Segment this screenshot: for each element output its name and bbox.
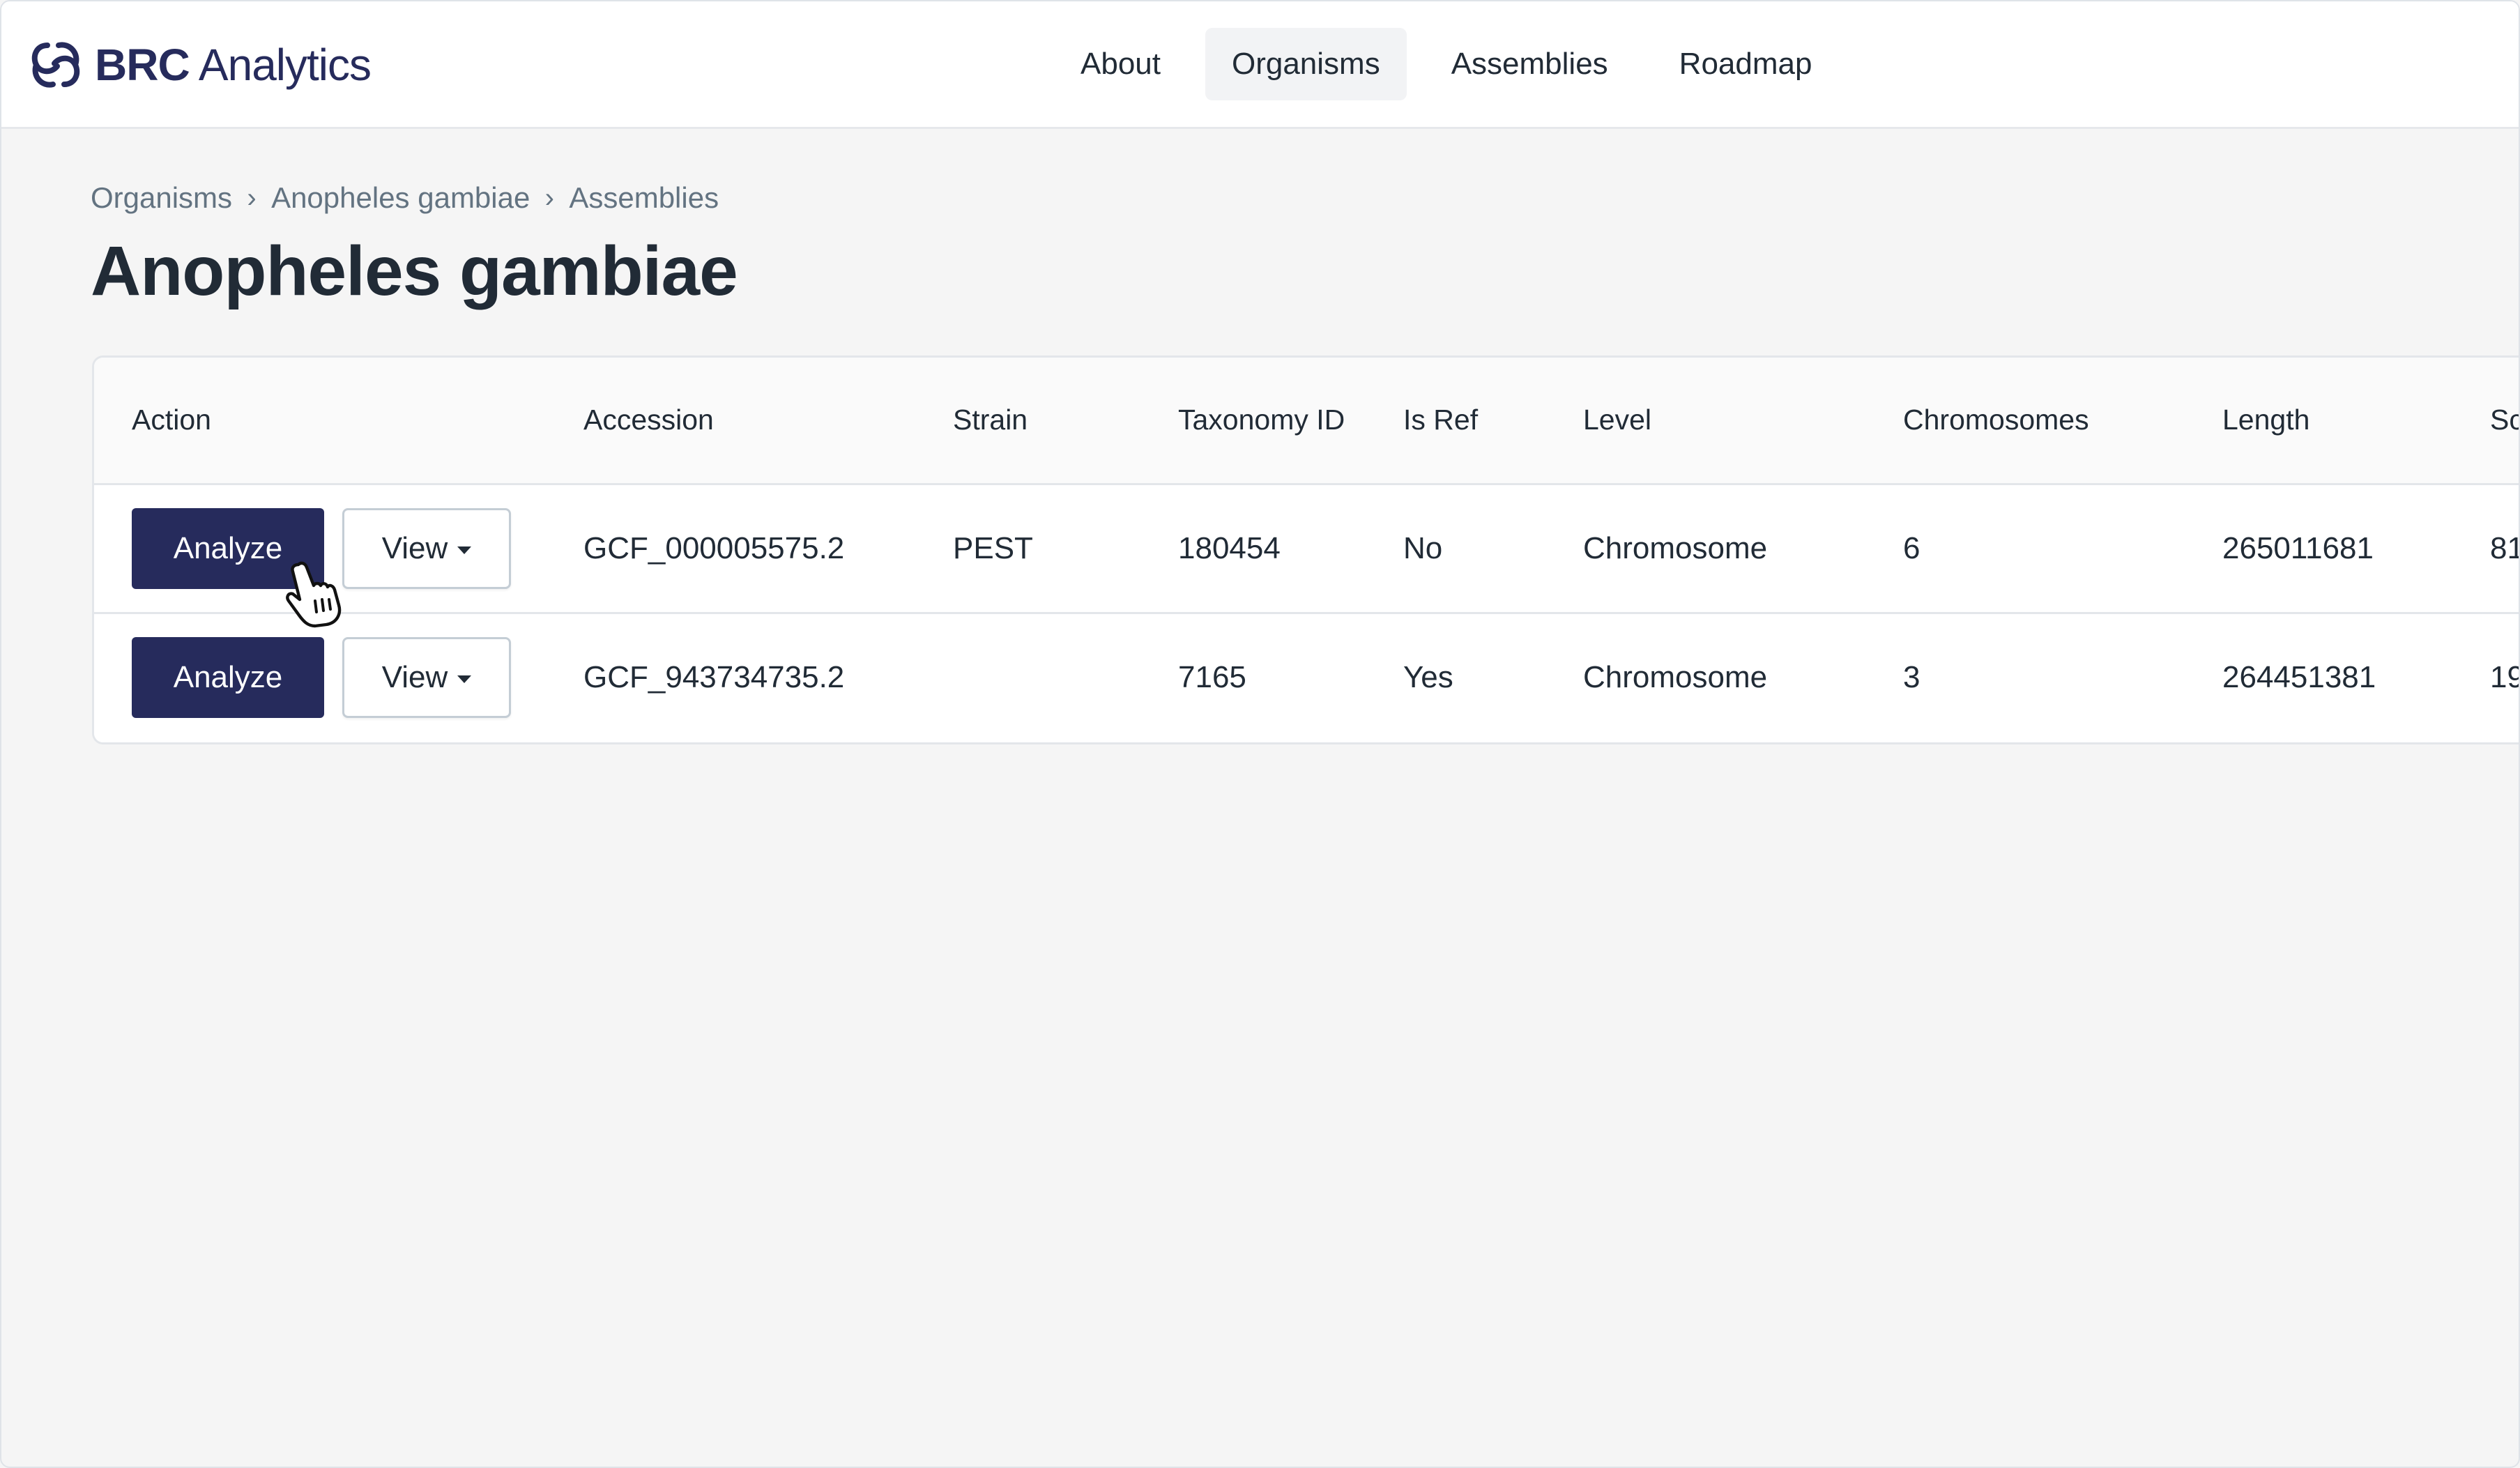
col-header-action: Action [132, 404, 211, 436]
nav-item-assemblies[interactable]: Assemblies [1425, 28, 1635, 100]
cell-taxonomy-id: 180454 [1178, 531, 1281, 565]
brand-logo[interactable]: BRC Analytics [26, 35, 372, 95]
caret-down-icon [457, 546, 472, 554]
col-header-truncated[interactable]: Sc [2490, 358, 2519, 483]
brand-wordmark: BRC Analytics [95, 40, 372, 90]
view-dropdown-button[interactable]: View [342, 508, 511, 589]
table-row: Analyze View GCF_000005575.2 PEST 180454… [94, 485, 2519, 614]
cell-accession: GCF_943734735.2 [583, 660, 845, 694]
nav-item-roadmap[interactable]: Roadmap [1653, 28, 1839, 100]
cell-is-ref: No [1403, 531, 1443, 565]
main-nav: About Organisms Assemblies Roadmap [1054, 28, 1838, 100]
table-header-row: Action Accession Strain Taxonomy ID Is R… [94, 358, 2519, 485]
app-window: BRC Analytics About Organisms Assemblies… [0, 0, 2520, 1468]
col-header-level[interactable]: Level [1583, 358, 1651, 483]
analyze-button[interactable]: Analyze [132, 508, 324, 589]
cell-truncated: 19 [2490, 660, 2519, 694]
nav-item-about[interactable]: About [1054, 28, 1187, 100]
page-title: Anopheles gambiae [91, 232, 738, 310]
table-row: Analyze View GCF_943734735.2 7165 Yes Ch… [94, 614, 2519, 741]
breadcrumb-species[interactable]: Anopheles gambiae [271, 181, 530, 215]
caret-down-icon [457, 675, 472, 683]
cell-accession: GCF_000005575.2 [583, 531, 845, 565]
cell-truncated: 81 [2490, 531, 2519, 565]
chevron-right-icon: › [544, 182, 554, 213]
col-header-length[interactable]: Length [2222, 358, 2309, 483]
breadcrumb-organisms[interactable]: Organisms [91, 181, 232, 215]
brc-logo-icon [31, 42, 80, 88]
breadcrumb: Organisms › Anopheles gambiae › Assembli… [91, 181, 719, 215]
col-header-chromosomes[interactable]: Chromosomes [1903, 358, 2089, 483]
brand-name: BRC [95, 40, 190, 90]
view-button-label: View [381, 531, 448, 565]
col-header-is-ref[interactable]: Is Ref [1403, 358, 1478, 483]
cell-level: Chromosome [1583, 531, 1768, 565]
cell-strain: PEST [953, 531, 1033, 565]
view-dropdown-button[interactable]: View [342, 637, 511, 718]
nav-item-organisms[interactable]: Organisms [1205, 28, 1407, 100]
cell-length: 264451381 [2222, 660, 2376, 694]
col-header-accession[interactable]: Accession [583, 358, 714, 483]
breadcrumb-assemblies: Assemblies [569, 181, 719, 214]
analyze-button[interactable]: Analyze [132, 637, 324, 718]
cell-is-ref: Yes [1403, 660, 1453, 694]
top-header: BRC Analytics About Organisms Assemblies… [1, 1, 2519, 129]
row-actions: Analyze View [132, 485, 511, 612]
cell-length: 265011681 [2222, 531, 2374, 565]
col-header-taxonomy-id[interactable]: Taxonomy ID [1178, 358, 1359, 483]
assemblies-table: Action Accession Strain Taxonomy ID Is R… [92, 355, 2519, 744]
chevron-right-icon: › [247, 182, 257, 213]
cell-level: Chromosome [1583, 660, 1768, 694]
cell-chromosomes: 3 [1903, 660, 1920, 694]
row-actions: Analyze View [132, 614, 511, 741]
cell-taxonomy-id: 7165 [1178, 660, 1246, 694]
col-header-strain[interactable]: Strain [953, 358, 1028, 483]
view-button-label: View [381, 660, 448, 694]
product-name: Analytics [198, 40, 372, 90]
cell-chromosomes: 6 [1903, 531, 1920, 565]
